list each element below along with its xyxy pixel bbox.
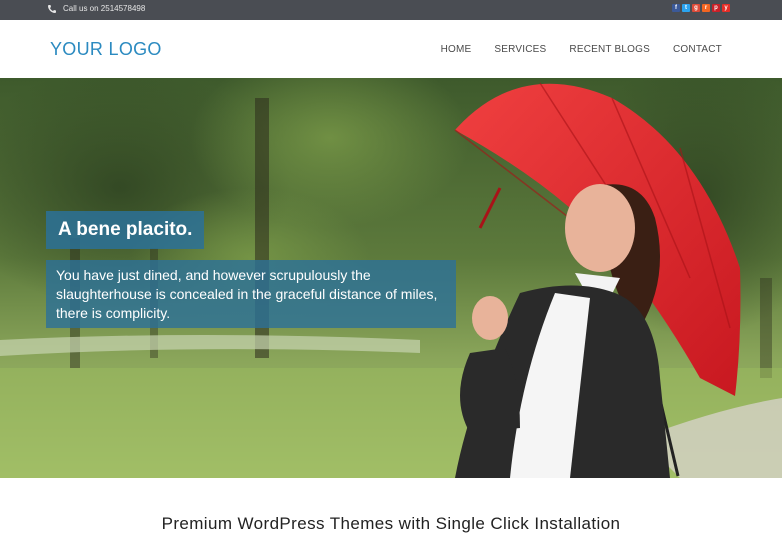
twitter-icon[interactable]: t <box>682 4 690 12</box>
hero-title: A bene placito. <box>46 211 205 249</box>
nav-services[interactable]: SERVICES <box>494 44 546 55</box>
phone-info: Call us on 2514578498 <box>47 4 145 14</box>
youtube-icon[interactable]: y <box>722 4 730 12</box>
facebook-icon[interactable]: f <box>672 4 680 12</box>
pinterest-icon[interactable]: p <box>712 4 720 12</box>
hero-description: You have just dined, and however scrupul… <box>46 260 456 328</box>
nav-recent-blogs[interactable]: RECENT BLOGS <box>569 44 650 55</box>
site-header: YOUR LOGO HOME SERVICES RECENT BLOGS CON… <box>0 20 782 78</box>
tagline-heading: Premium WordPress Themes with Single Cli… <box>161 514 621 533</box>
site-logo[interactable]: YOUR LOGO <box>50 39 162 60</box>
nav-contact[interactable]: CONTACT <box>673 44 722 55</box>
social-icons: f t g r p y <box>672 4 730 12</box>
nav-home[interactable]: HOME <box>441 44 472 55</box>
main-nav: HOME SERVICES RECENT BLOGS CONTACT <box>441 44 722 55</box>
top-bar: Call us on 2514578498 f t g r p y <box>0 0 782 20</box>
phone-icon <box>48 5 56 13</box>
rss-icon[interactable]: r <box>702 4 710 12</box>
hero-slider: A bene placito. You have just dined, and… <box>0 78 782 478</box>
google-plus-icon[interactable]: g <box>692 4 700 12</box>
phone-number: Call us on 2514578498 <box>63 4 146 13</box>
